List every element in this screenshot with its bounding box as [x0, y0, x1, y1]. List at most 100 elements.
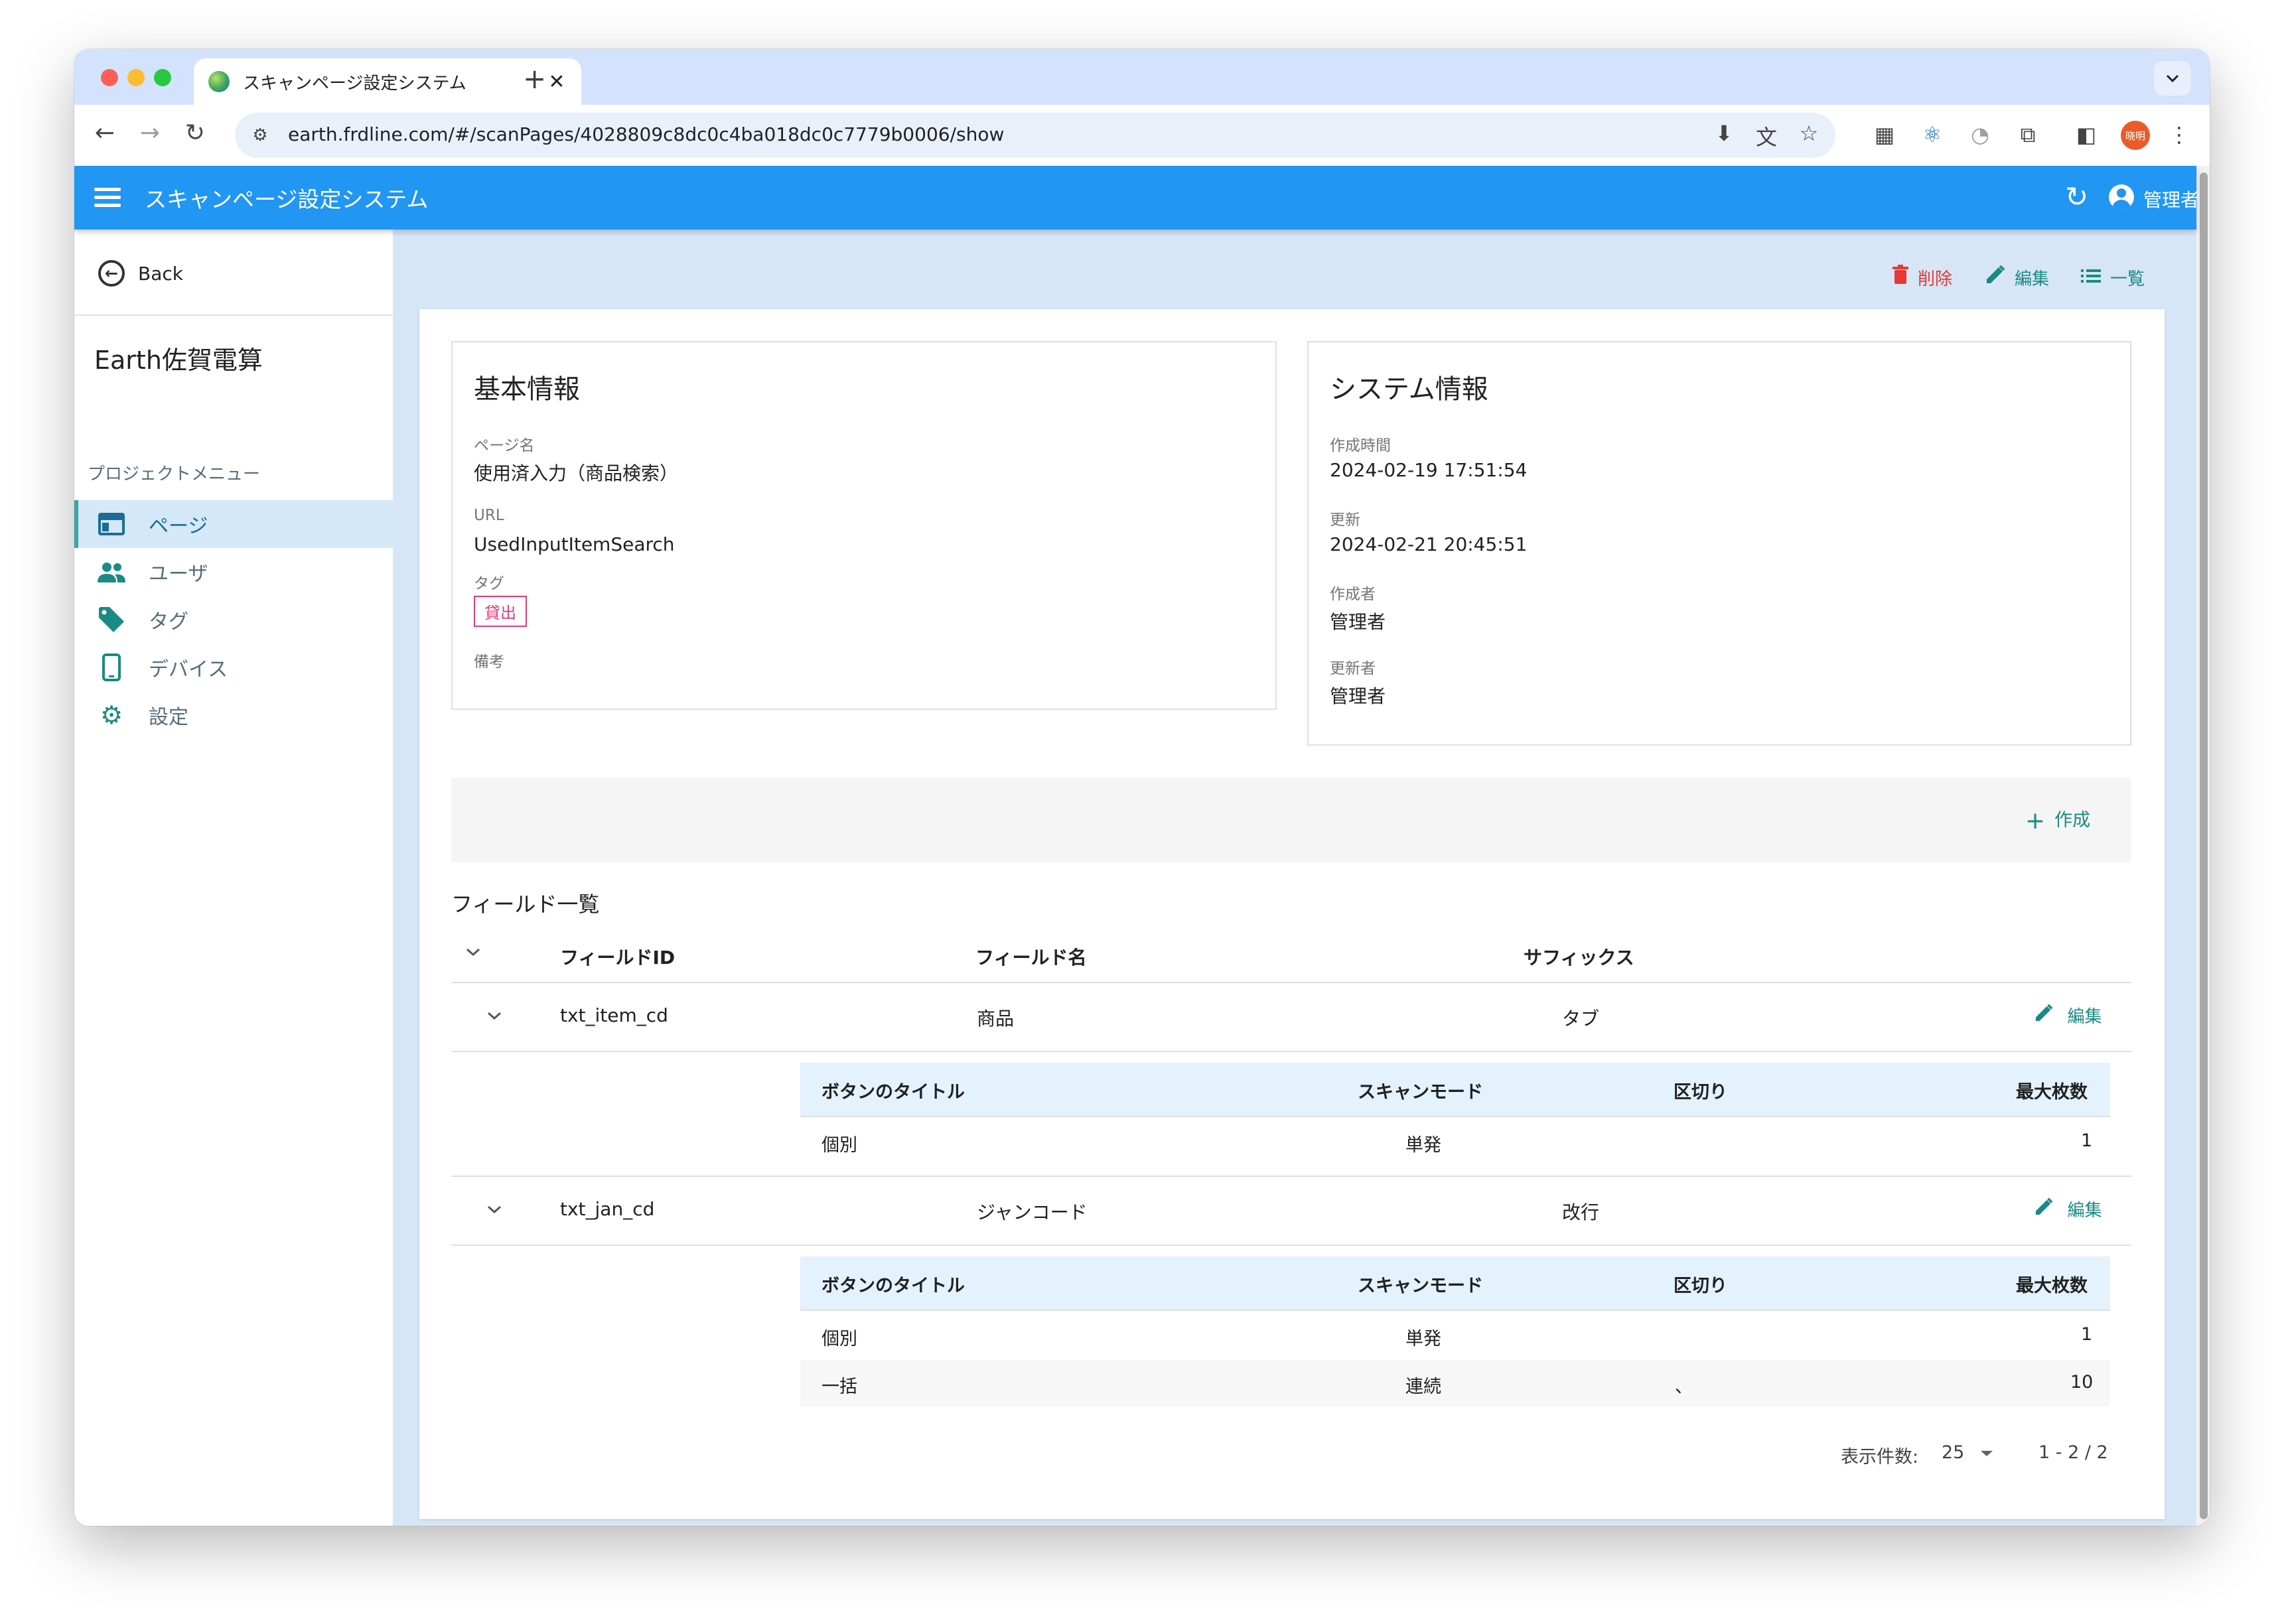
- app-bar: スキャンページ設定システム ↻ 管理者: [74, 166, 2199, 230]
- forward-nav-icon[interactable]: →: [134, 119, 166, 147]
- pencil-icon: [1985, 265, 2005, 290]
- arrow-back-circle-icon: ←: [98, 260, 125, 287]
- edit-button[interactable]: 編集: [1985, 264, 2049, 291]
- new-tab-button[interactable]: +: [523, 62, 546, 95]
- list-label: 一覧: [2110, 269, 2145, 289]
- suffix-cell: タブ: [1562, 1008, 1600, 1030]
- header-suffix[interactable]: サフィックス: [1524, 943, 1634, 970]
- created-value: 2024-02-19 17:51:54: [1330, 459, 1528, 481]
- tab-close-icon[interactable]: ✕: [547, 70, 567, 94]
- header-divider: [451, 982, 2131, 983]
- back-label: Back: [138, 263, 183, 285]
- browser-toolbar: ← → ↻ ⚙ earth.frdline.com/#/scanPages/40…: [74, 105, 2210, 166]
- tab-title: スキャンページ設定システム: [243, 73, 466, 94]
- create-field-button[interactable]: + 作成: [2025, 805, 2090, 835]
- field-id-cell: txt_item_cd: [560, 1004, 668, 1026]
- hamburger-menu-icon[interactable]: [94, 183, 121, 212]
- sidebar-item-tags[interactable]: タグ: [74, 596, 393, 643]
- updater-value: 管理者: [1330, 685, 1386, 707]
- sidebar-item-label: ページ: [149, 515, 208, 538]
- trash-icon: [1892, 265, 1908, 290]
- delete-button[interactable]: 削除: [1892, 264, 1952, 291]
- tag-chip: 貸出: [474, 596, 527, 627]
- back-nav-icon[interactable]: ←: [89, 119, 121, 147]
- address-bar[interactable]: ⚙ earth.frdline.com/#/scanPages/4028809c…: [235, 113, 1835, 158]
- qr-extension-icon[interactable]: ▦: [1870, 122, 1899, 147]
- pencil-icon: [2034, 1197, 2060, 1221]
- bookmark-star-icon[interactable]: ☆: [1794, 121, 1823, 146]
- sub-header-title: ボタンのタイトル: [821, 1082, 965, 1103]
- project-name: Earth佐賀電算: [94, 346, 263, 375]
- sub-table-row-stripe: [800, 1360, 2110, 1406]
- sub-header-title: ボタンのタイトル: [821, 1276, 965, 1296]
- gear-icon: ⚙: [100, 701, 123, 730]
- back-button[interactable]: ← Back: [74, 230, 393, 316]
- install-app-icon[interactable]: ⬇: [1709, 121, 1739, 146]
- page-name-value: 使用済入力（商品検索）: [474, 462, 679, 484]
- project-menu-label: プロジェクトメニュー: [88, 464, 261, 484]
- button-title-cell: 一括: [821, 1377, 857, 1397]
- page-scrollbar-thumb[interactable]: [2200, 172, 2208, 1519]
- rows-per-page-label: 表示件数:: [1841, 1447, 1919, 1467]
- list-icon: [2081, 266, 2101, 289]
- maximize-window-button[interactable]: [154, 69, 171, 86]
- list-button[interactable]: 一覧: [2081, 264, 2145, 291]
- creator-label: 作成者: [1330, 586, 1376, 603]
- max-count-cell: 1: [2081, 1324, 2093, 1345]
- phone-icon: [97, 653, 126, 682]
- expand-all-icon[interactable]: [464, 945, 482, 961]
- user-menu[interactable]: 管理者: [2143, 186, 2199, 212]
- sub-header-mode: スキャンモード: [1358, 1276, 1483, 1296]
- react-devtools-icon[interactable]: ⚛: [1918, 122, 1947, 147]
- translate-icon[interactable]: 文: [1752, 121, 1781, 151]
- sidebar: ← Back Earth佐賀電算 プロジェクトメニュー ページ ユーザ タグ デ…: [74, 230, 393, 1526]
- fields-list-title: フィールド一覧: [451, 892, 600, 917]
- create-label: 作成: [2054, 810, 2091, 831]
- profile-avatar[interactable]: 晓明: [2121, 121, 2150, 150]
- field-name-cell: ジャンコード: [977, 1201, 1088, 1223]
- tag-icon: [97, 605, 126, 634]
- header-field-name[interactable]: フィールド名: [975, 943, 1086, 970]
- basic-info-title: 基本情報: [474, 374, 580, 405]
- extension-icon[interactable]: ◔: [1965, 122, 1995, 147]
- row-edit-button[interactable]: 編集: [2034, 1003, 2102, 1028]
- updated-value: 2024-02-21 20:45:51: [1330, 533, 1528, 555]
- sidebar-item-settings[interactable]: ⚙ 設定: [74, 691, 393, 739]
- puzzle-extensions-icon[interactable]: ⧉: [2013, 122, 2042, 148]
- rows-per-page-select[interactable]: 25: [1942, 1442, 1994, 1463]
- side-panel-icon[interactable]: ◧: [2072, 122, 2101, 147]
- row-edit-button[interactable]: 編集: [2034, 1197, 2102, 1221]
- sidebar-item-pages[interactable]: ページ: [74, 500, 393, 548]
- sub-header-separator: 区切り: [1674, 1276, 1727, 1296]
- url-text[interactable]: earth.frdline.com/#/scanPages/4028809c8d…: [288, 123, 1004, 145]
- sub-header-divider: [800, 1310, 2110, 1311]
- account-circle-icon[interactable]: [2109, 184, 2134, 210]
- sidebar-item-devices[interactable]: デバイス: [74, 643, 393, 691]
- system-info-title: システム情報: [1330, 374, 1488, 405]
- tab-search-button[interactable]: [2154, 61, 2191, 96]
- scan-mode-cell: 連続: [1405, 1377, 1441, 1397]
- sub-header-divider: [800, 1116, 2110, 1117]
- sub-header-mode: スキャンモード: [1358, 1082, 1483, 1103]
- url-label: URL: [474, 507, 504, 524]
- suffix-cell: 改行: [1562, 1201, 1600, 1223]
- url-value: UsedInputItemSearch: [474, 533, 675, 555]
- people-icon: [97, 557, 126, 586]
- site-info-icon[interactable]: ⚙: [247, 122, 273, 149]
- sidebar-item-label: ユーザ: [149, 563, 208, 586]
- minimize-window-button[interactable]: [127, 69, 145, 86]
- scan-mode-cell: 単発: [1405, 1329, 1441, 1349]
- reload-icon[interactable]: ↻: [179, 119, 211, 147]
- row-divider: [451, 1051, 2131, 1052]
- row-expand-icon[interactable]: [486, 1202, 503, 1219]
- sub-header-separator: 区切り: [1674, 1082, 1727, 1103]
- refresh-icon[interactable]: ↻: [2065, 180, 2088, 213]
- row-expand-icon[interactable]: [486, 1008, 503, 1025]
- browser-menu-icon[interactable]: ⋮: [2165, 122, 2194, 147]
- header-field-id[interactable]: フィールドID: [560, 943, 675, 970]
- sub-header-max: 最大枚数: [2016, 1082, 2088, 1103]
- web-icon: [97, 509, 126, 539]
- sub-header-max: 最大枚数: [2016, 1276, 2088, 1296]
- close-window-button[interactable]: [101, 69, 118, 86]
- sidebar-item-users[interactable]: ユーザ: [74, 548, 393, 596]
